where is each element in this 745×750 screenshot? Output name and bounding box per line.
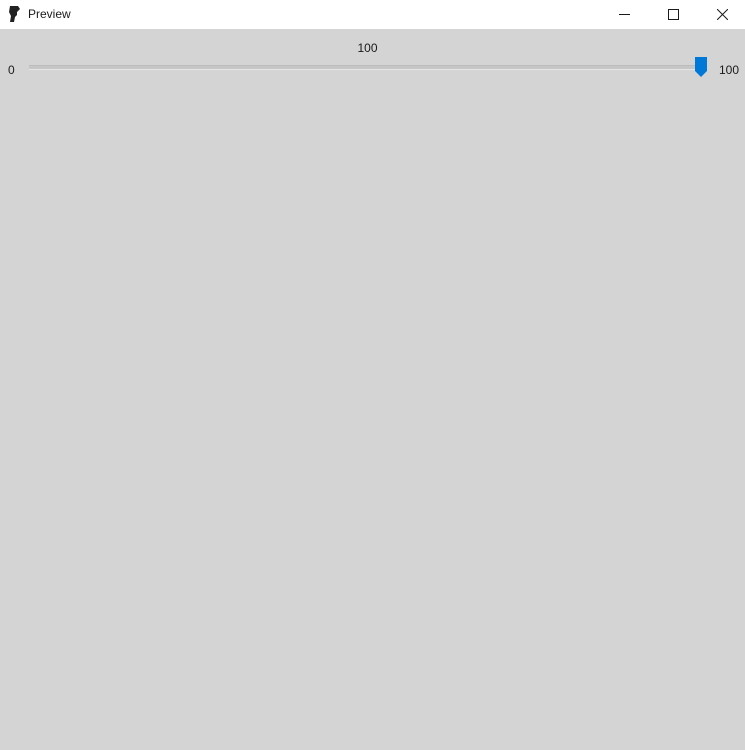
close-icon [716,9,728,20]
slider-track[interactable] [29,65,707,70]
slider-thumb[interactable] [695,57,707,77]
app-logo-icon [9,6,20,22]
preview-model-area [205,130,555,685]
maximize-icon [667,9,679,20]
slider-value-label: 100 [357,41,378,55]
maximize-button[interactable] [650,0,696,29]
close-button[interactable] [699,0,745,29]
slider-min-label: 0 [8,63,15,77]
slider-max-label: 100 [719,63,740,77]
window-title: Preview [28,7,71,21]
title-bar: Preview [0,0,745,29]
minimize-icon [618,14,630,15]
minimize-button[interactable] [601,0,647,29]
